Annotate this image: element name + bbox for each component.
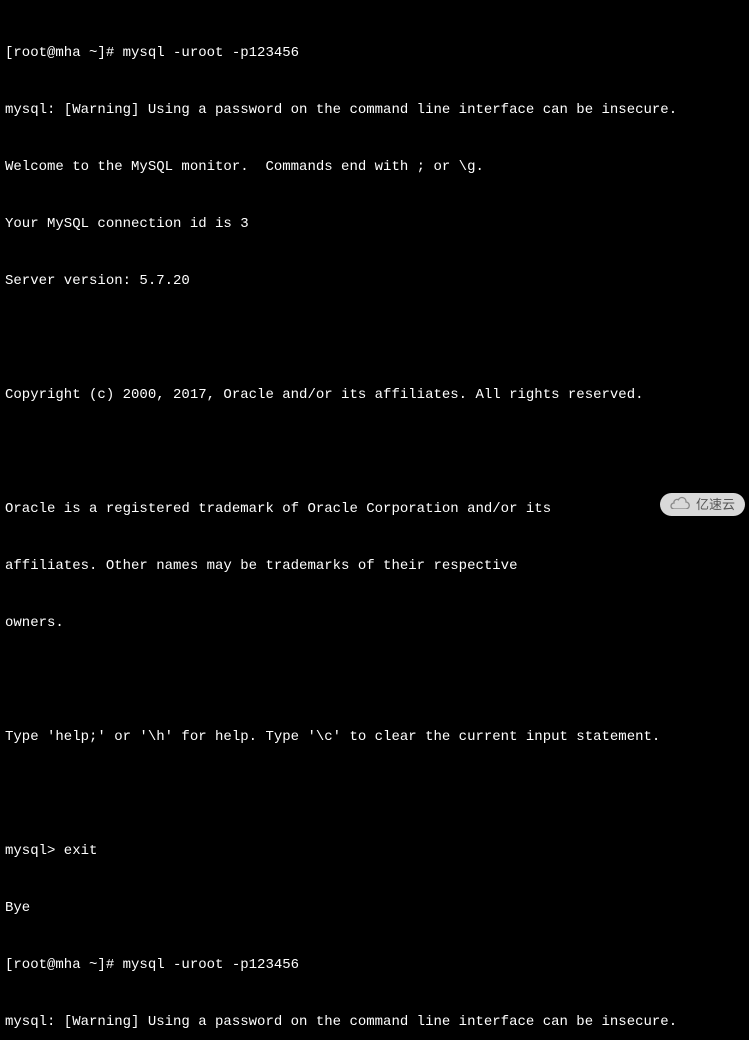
terminal-line: owners. [5, 614, 744, 633]
terminal-line [5, 671, 744, 690]
terminal-line [5, 329, 744, 348]
terminal-line: Type 'help;' or '\h' for help. Type '\c'… [5, 728, 744, 747]
terminal-line: Server version: 5.7.20 [5, 272, 744, 291]
terminal-output[interactable]: [root@mha ~]# mysql -uroot -p123456 mysq… [5, 6, 744, 1040]
terminal-line: Your MySQL connection id is 3 [5, 215, 744, 234]
terminal-line: Copyright (c) 2000, 2017, Oracle and/or … [5, 386, 744, 405]
terminal-line [5, 443, 744, 462]
terminal-line [5, 785, 744, 804]
terminal-line: [root@mha ~]# mysql -uroot -p123456 [5, 956, 744, 975]
terminal-line: mysql: [Warning] Using a password on the… [5, 101, 744, 120]
terminal-line: [root@mha ~]# mysql -uroot -p123456 [5, 44, 744, 63]
terminal-line: Welcome to the MySQL monitor. Commands e… [5, 158, 744, 177]
terminal-line: mysql> exit [5, 842, 744, 861]
watermark-badge: 亿速云 [660, 493, 745, 516]
terminal-line: Bye [5, 899, 744, 918]
terminal-line: affiliates. Other names may be trademark… [5, 557, 744, 576]
terminal-line: mysql: [Warning] Using a password on the… [5, 1013, 744, 1032]
watermark-text: 亿速云 [696, 495, 735, 514]
terminal-line: Oracle is a registered trademark of Orac… [5, 500, 744, 519]
cloud-icon [670, 495, 690, 514]
